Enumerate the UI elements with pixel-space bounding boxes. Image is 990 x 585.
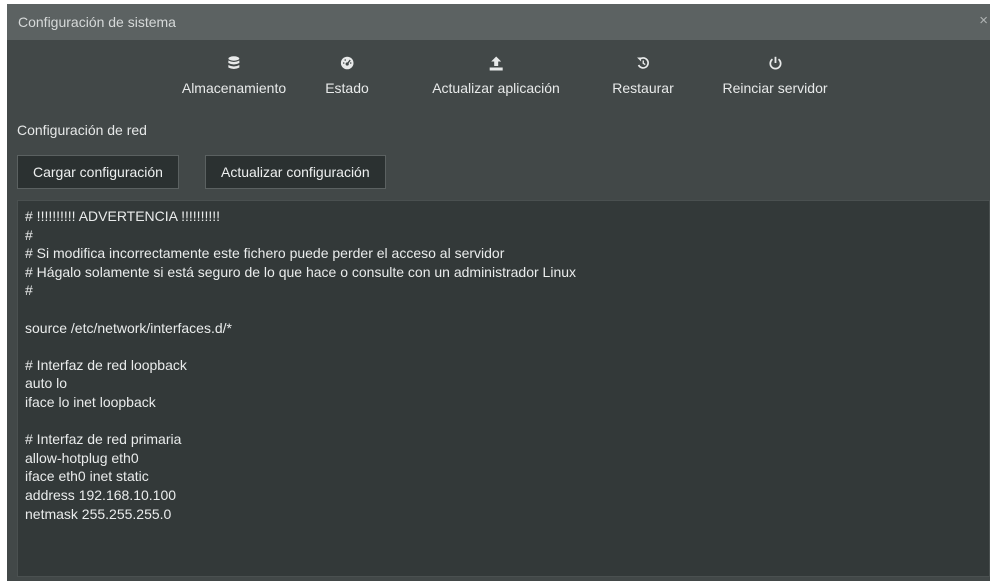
config-line: # Interfaz de red loopback — [25, 356, 187, 373]
config-line — [25, 337, 982, 356]
config-line — [25, 412, 982, 431]
upload-icon — [432, 56, 560, 76]
restore-icon — [612, 56, 673, 76]
storage-button[interactable]: Almacenamiento — [182, 56, 286, 96]
update-config-button[interactable]: Actualizar configuración — [205, 155, 386, 189]
restore-button[interactable]: Restaurar — [612, 56, 674, 96]
toolbar: Almacenamiento Estado Actualizar aplicac… — [7, 40, 990, 110]
config-line: auto lo — [25, 375, 68, 392]
update-app-label: Actualizar aplicación — [432, 80, 560, 96]
restart-server-label: Reinciar servidor — [722, 80, 828, 96]
config-line — [25, 300, 982, 319]
dialog-titlebar: Configuración de sistema × — [7, 4, 990, 40]
storage-label: Almacenamiento — [181, 80, 287, 96]
status-button[interactable]: Estado — [325, 56, 369, 96]
restart-server-button[interactable]: Reinciar servidor — [722, 56, 828, 96]
database-icon — [182, 56, 286, 76]
update-app-button[interactable]: Actualizar aplicación — [432, 56, 560, 96]
power-icon — [722, 56, 827, 76]
config-line: source /etc/network/interfaces.d/* — [25, 319, 232, 336]
config-line: netmask 255.255.255.0 — [25, 505, 172, 522]
restore-label: Restaurar — [612, 80, 674, 96]
config-line: # !!!!!!!!!! ADVERTENCIA !!!!!!!!!! — [25, 208, 221, 224]
config-line: # — [25, 226, 33, 243]
config-line: allow-hotplug eth0 — [25, 449, 139, 466]
config-line: # Si modifica incorrectamente este fiche… — [25, 245, 505, 262]
config-line: iface eth0 inet static — [25, 468, 149, 485]
gauge-icon — [325, 56, 369, 76]
config-line: iface lo inet loopback — [25, 393, 156, 410]
status-label: Estado — [325, 80, 369, 96]
config-line: # Interfaz de red primaria — [25, 431, 182, 448]
system-config-dialog: Configuración de sistema × Almacenamient… — [7, 4, 990, 581]
dialog-title: Configuración de sistema — [18, 14, 176, 30]
config-editor[interactable]: # !!!!!!!!!! ADVERTENCIA !!!!!!!!!! # # Si… — [17, 200, 990, 577]
config-line: # — [25, 282, 33, 299]
load-config-button[interactable]: Cargar configuración — [17, 155, 179, 189]
close-icon[interactable]: × — [979, 13, 988, 28]
network-section-title: Configuración de red — [17, 122, 147, 138]
config-line: address 192.168.10.100 — [25, 486, 177, 503]
config-line: # Hágalo solamente si está seguro de lo … — [25, 263, 577, 280]
